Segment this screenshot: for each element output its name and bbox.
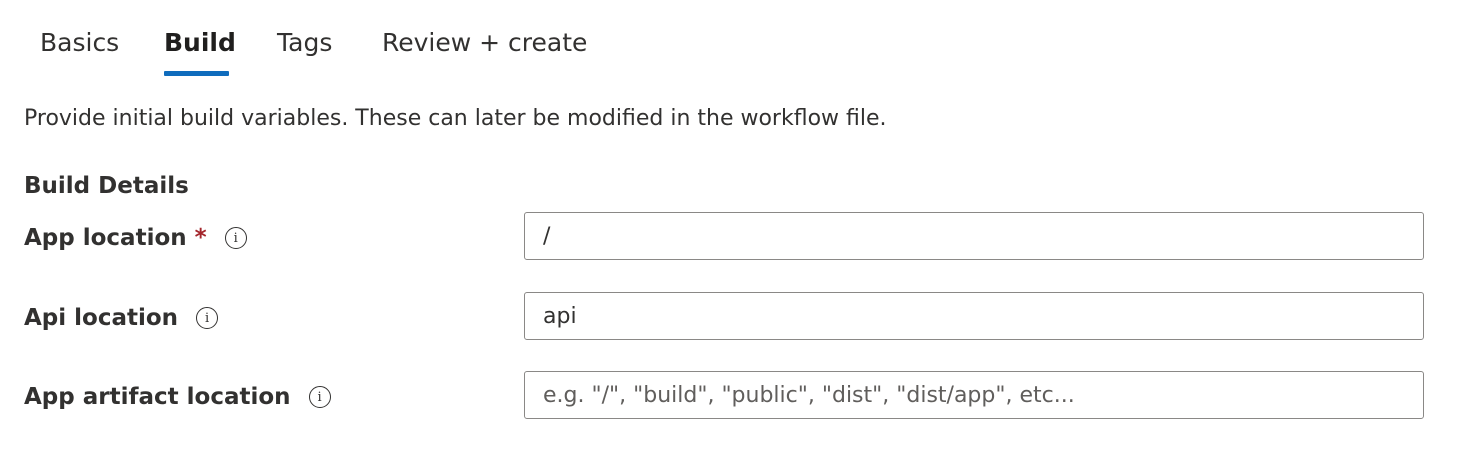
api-location-label: Api location (24, 305, 179, 331)
required-marker: * (194, 225, 207, 251)
app-artifact-location-input[interactable] (524, 371, 1424, 419)
api-location-label-row: Api location i (24, 301, 219, 335)
info-icon[interactable]: i (308, 386, 331, 408)
app-artifact-location-label-row: App artifact location i (24, 380, 331, 414)
app-location-label-row: App location * i (24, 221, 247, 255)
tab-build[interactable]: Build (164, 26, 236, 60)
section-title-build-details: Build Details (24, 173, 189, 199)
info-icon[interactable]: i (196, 307, 219, 329)
page-description: Provide initial build variables. These c… (24, 106, 887, 131)
active-tab-indicator (164, 71, 229, 76)
tab-basics[interactable]: Basics (40, 26, 119, 60)
app-artifact-location-label: App artifact location (24, 384, 291, 410)
info-icon[interactable]: i (224, 227, 247, 249)
tab-bar: Basics Build Tags Review + create (0, 0, 700, 78)
api-location-input[interactable] (524, 292, 1424, 340)
app-location-label: App location (24, 225, 187, 251)
tab-tags[interactable]: Tags (277, 26, 332, 60)
tab-review-create[interactable]: Review + create (382, 26, 587, 60)
app-location-input[interactable] (524, 212, 1424, 260)
